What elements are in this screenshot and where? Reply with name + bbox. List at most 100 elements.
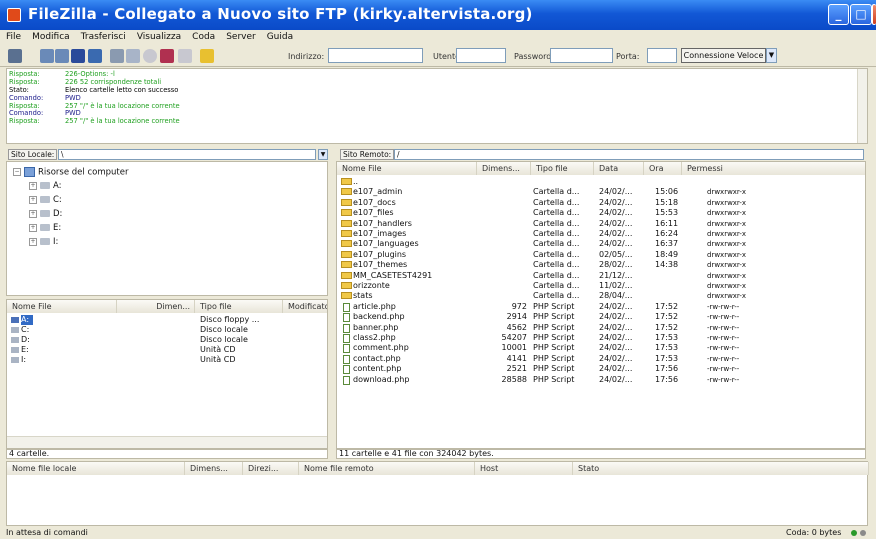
remote-file-name: e107_admin — [353, 187, 403, 197]
remote-path-input[interactable]: / — [394, 149, 864, 160]
remote-file-perm: -rw-rw-r-- — [707, 354, 740, 363]
remote-file-date: 24/02/... — [599, 333, 633, 342]
site-manager-icon[interactable] — [8, 49, 22, 63]
process-queue-icon[interactable] — [126, 49, 140, 63]
remote-file-row[interactable]: contact.php 4141 PHP Script 24/02/... 17:53 -… — [337, 354, 865, 364]
port-input[interactable] — [647, 48, 677, 63]
remote-file-time: 17:56 — [655, 374, 679, 384]
local-tree: − Risorse del computer + A: + C: + D: + E: + I… — [6, 161, 328, 296]
menu-coda[interactable]: Coda — [186, 30, 220, 42]
remote-file-name: e107_images — [353, 229, 407, 238]
queue-col-status[interactable]: Stato — [573, 462, 869, 475]
host-input[interactable] — [328, 48, 423, 63]
remote-col-permissions[interactable]: Permessi — [682, 162, 865, 175]
remote-file-name: e107_languages — [353, 239, 419, 249]
tree-item-a[interactable]: + A: — [29, 181, 62, 191]
remote-file-type: Cartella d... — [533, 260, 580, 270]
hard-drive-icon — [40, 196, 50, 203]
local-file-row[interactable]: D: Disco locale — [7, 335, 327, 345]
tree-item-i[interactable]: + I: — [29, 237, 58, 247]
remote-file-row[interactable]: comment.php 10001 PHP Script 24/02/... 17:53… — [337, 343, 865, 354]
local-file-row[interactable]: C: Disco locale — [7, 325, 327, 335]
refresh-icon[interactable] — [110, 49, 124, 63]
remote-file-row[interactable]: e107_themes Cartella d... 28/02/... 14:38 dr… — [337, 260, 865, 270]
remote-col-time[interactable]: Ora — [644, 162, 682, 175]
search-icon[interactable] — [71, 49, 85, 63]
tree-item-e[interactable]: + E: — [29, 223, 61, 233]
remote-file-row[interactable]: e107_handlers Cartella d... 24/02/... 16:11… — [337, 219, 865, 229]
queue-col-size[interactable]: Dimens... — [185, 462, 243, 475]
remote-file-size: 10001 — [501, 343, 527, 353]
tree-item-d[interactable]: + D: — [29, 209, 62, 219]
local-path-bar: Sito Locale: \ ▼ — [6, 147, 328, 161]
password-input[interactable] — [550, 48, 613, 63]
close-button[interactable] — [872, 4, 876, 25]
local-path-dropdown-icon[interactable]: ▼ — [318, 149, 328, 160]
remote-file-row[interactable]: e107_docs Cartella d... 24/02/... 15:18 drwx… — [337, 198, 865, 208]
local-file-row[interactable]: I: Unità CD — [7, 355, 327, 365]
remote-file-perm: drwxrwxr-x — [707, 219, 747, 228]
remote-file-row[interactable]: class2.php 54207 PHP Script 24/02/... 17:53 -… — [337, 333, 865, 343]
quickconnect-dropdown-icon[interactable]: ▼ — [766, 48, 777, 63]
remote-col-date[interactable]: Data — [594, 162, 644, 175]
remote-file-row[interactable]: orizzonte Cartella d... 11/02/... drwxrwxr-… — [337, 281, 865, 291]
message-log: Risposta: 226-Options: -l Risposta: 226 52 … — [6, 68, 868, 144]
remote-file-row[interactable]: stats Cartella d... 28/04/... drwxrwxr-x — [337, 291, 865, 301]
local-file-name: C: — [21, 325, 30, 334]
remote-file-row[interactable]: e107_admin Cartella d... 24/02/... 15:06 drw… — [337, 187, 865, 197]
log-toggle-icon[interactable] — [40, 49, 54, 63]
reconnect-icon[interactable] — [178, 49, 192, 63]
cancel-icon[interactable] — [143, 49, 157, 63]
remote-file-row[interactable]: banner.php 4562 PHP Script 24/02/... 17:52 -r… — [337, 323, 865, 333]
user-input[interactable] — [456, 48, 506, 63]
maximize-button[interactable]: □ — [850, 4, 872, 25]
queue-col-direction[interactable]: Direzi... — [243, 462, 299, 475]
menu-visualizza[interactable]: Visualizza — [131, 30, 186, 42]
queue-col-remote-file[interactable]: Nome file remoto — [299, 462, 475, 475]
remote-file-row[interactable]: download.php 28588 PHP Script 24/02/... 17:5… — [337, 375, 865, 385]
queue-col-local-file[interactable]: Nome file locale — [7, 462, 185, 475]
local-col-type[interactable]: Tipo file — [195, 300, 283, 313]
local-col-modified[interactable]: Modificato — [283, 300, 327, 313]
local-path-input[interactable]: \ — [58, 149, 316, 160]
remote-file-row[interactable]: e107_files Cartella d... 24/02/... 15:53 drw… — [337, 208, 865, 218]
local-list-scrollbar[interactable] — [7, 436, 327, 448]
local-col-name[interactable]: Nome File — [7, 300, 117, 313]
menu-server[interactable]: Server — [220, 30, 261, 42]
remote-file-row[interactable]: content.php 2521 PHP Script 24/02/... 17:56 -… — [337, 364, 865, 375]
tree-root[interactable]: − Risorse del computer — [13, 167, 128, 178]
quickconnect-button[interactable]: Connessione Veloce — [681, 48, 766, 63]
remote-file-row[interactable]: e107_plugins Cartella d... 02/05/... 18:49 d… — [337, 250, 865, 260]
remote-file-size: 2521 — [506, 364, 527, 374]
remote-file-type: PHP Script — [533, 301, 575, 311]
queue-toggle-icon[interactable] — [88, 49, 102, 63]
remote-col-name[interactable]: Nome File — [337, 162, 477, 175]
minimize-button[interactable]: _ — [828, 4, 849, 25]
remote-file-row[interactable]: article.php 972 PHP Script 24/02/... 17:52 -r… — [337, 302, 865, 312]
menu-guida[interactable]: Guida — [261, 30, 298, 42]
local-file-row[interactable]: A: Disco floppy ... — [7, 315, 327, 325]
remote-file-row[interactable]: backend.php 2914 PHP Script 24/02/... 17:52 -… — [337, 312, 865, 323]
tree-item-c[interactable]: + C: — [29, 195, 62, 205]
remote-file-row[interactable]: .. — [337, 177, 865, 187]
log-scrollbar[interactable] — [857, 69, 867, 143]
tree-toggle-icon[interactable] — [55, 49, 69, 63]
remote-file-row[interactable]: e107_images Cartella d... 24/02/... 16:24 dr… — [337, 229, 865, 239]
local-col-size[interactable]: Dimen... — [117, 300, 195, 313]
menu-trasferisci[interactable]: Trasferisci — [75, 30, 131, 42]
help-icon[interactable] — [200, 49, 214, 63]
remote-file-perm: drwxrwxr-x — [707, 282, 747, 290]
remote-file-row[interactable]: MM_CASETEST4291 Cartella d... 21/12/... drw… — [337, 271, 865, 281]
hard-drive-icon — [40, 210, 50, 217]
menu-modifica[interactable]: Modifica — [26, 30, 75, 42]
remote-file-name: class2.php — [353, 333, 396, 342]
remote-site-label: Sito Remoto: — [340, 149, 395, 160]
remote-file-row[interactable]: e107_languages Cartella d... 24/02/... 16:3… — [337, 239, 865, 249]
queue-col-host[interactable]: Host — [475, 462, 573, 475]
remote-col-type[interactable]: Tipo file — [531, 162, 594, 175]
remote-file-time: 15:06 — [655, 187, 679, 197]
remote-col-size[interactable]: Dimens... — [477, 162, 531, 175]
menu-file[interactable]: File — [0, 30, 26, 42]
local-file-row[interactable]: E: Unità CD — [7, 345, 327, 355]
disconnect-icon[interactable] — [160, 49, 174, 63]
